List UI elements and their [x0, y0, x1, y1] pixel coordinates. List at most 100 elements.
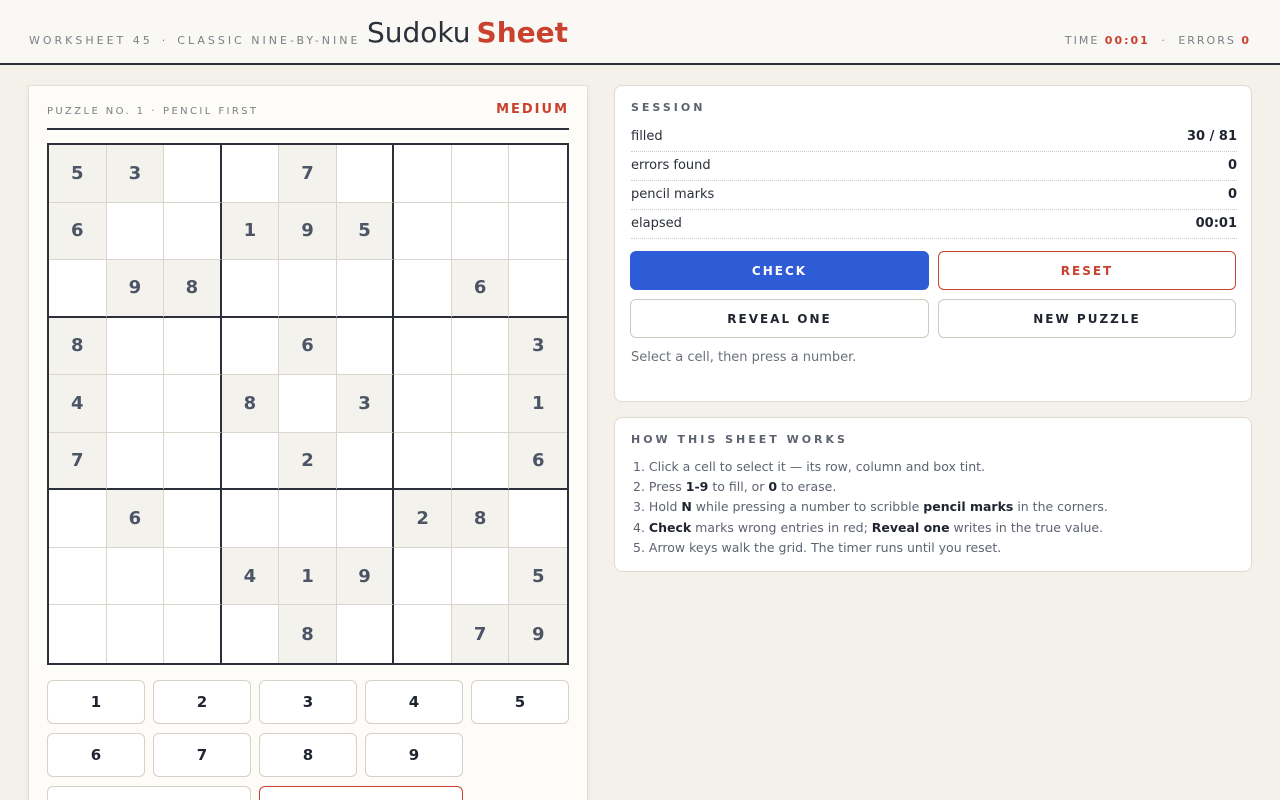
grid-cell[interactable]: 5: [509, 547, 567, 606]
reveal-one-button[interactable]: REVEAL ONE: [630, 299, 929, 338]
grid-cell[interactable]: [221, 317, 280, 376]
grid-cell[interactable]: [106, 432, 165, 491]
grid-cell[interactable]: 1: [509, 375, 567, 433]
keypad-key-6[interactable]: 6: [47, 733, 145, 777]
keypad-erase-button[interactable]: [259, 786, 463, 800]
grid-cell[interactable]: [164, 605, 222, 663]
grid-cell[interactable]: [164, 145, 222, 203]
grid-cell[interactable]: [222, 605, 280, 663]
grid-cell[interactable]: [451, 432, 510, 491]
grid-cell[interactable]: [336, 432, 395, 491]
grid-cell[interactable]: [394, 432, 452, 491]
grid-cell[interactable]: [451, 375, 510, 433]
grid-cell[interactable]: [451, 145, 510, 203]
grid-cell[interactable]: 8: [164, 260, 222, 318]
grid-cell[interactable]: 7: [49, 432, 107, 491]
grid-cell[interactable]: [49, 260, 107, 318]
grid-cell[interactable]: 6: [49, 202, 107, 261]
keypad-extra-button[interactable]: [47, 786, 251, 800]
keypad-key-5[interactable]: 5: [471, 680, 569, 724]
grid-cell[interactable]: 8: [49, 317, 107, 376]
grid-cell[interactable]: 3: [106, 145, 165, 203]
grid-cell[interactable]: [164, 202, 222, 261]
grid-cell[interactable]: 6: [451, 260, 510, 318]
grid-cell[interactable]: 9: [336, 547, 395, 606]
keypad-key-2[interactable]: 2: [153, 680, 251, 724]
grid-cell[interactable]: [509, 260, 567, 318]
grid-cell[interactable]: [164, 490, 222, 548]
check-button[interactable]: CHECK: [630, 251, 929, 290]
grid-cell[interactable]: 6: [279, 317, 337, 376]
grid-cell[interactable]: 1: [221, 202, 280, 261]
grid-cell[interactable]: 6: [106, 490, 165, 548]
keypad-key-8[interactable]: 8: [259, 733, 357, 777]
grid-cell[interactable]: [164, 317, 222, 376]
grid-cell[interactable]: 9: [509, 605, 567, 663]
keypad-key-9[interactable]: 9: [365, 733, 463, 777]
grid-cell[interactable]: 8: [451, 490, 510, 548]
grid-cell[interactable]: [337, 605, 395, 663]
grid-cell[interactable]: [106, 547, 165, 606]
grid-cell[interactable]: [106, 317, 165, 376]
keypad-key-3[interactable]: 3: [259, 680, 357, 724]
grid-cell[interactable]: 3: [336, 375, 395, 433]
grid-cell[interactable]: [394, 375, 452, 433]
grid-cell[interactable]: [509, 490, 567, 548]
grid-cell[interactable]: [49, 605, 107, 663]
grid-cell[interactable]: [106, 375, 165, 433]
grid-cell[interactable]: [336, 260, 395, 318]
sudoku-grid: 537619598686348317266284195879: [47, 143, 569, 665]
grid-cell[interactable]: 9: [279, 202, 337, 261]
grid-cell[interactable]: 8: [221, 375, 280, 433]
grid-cell[interactable]: 5: [336, 202, 395, 261]
grid-cell[interactable]: [509, 145, 567, 203]
grid-cell[interactable]: 9: [106, 260, 165, 318]
new-puzzle-button[interactable]: NEW PUZZLE: [938, 299, 1236, 338]
grid-cell[interactable]: [394, 547, 452, 606]
grid-cell[interactable]: [336, 490, 395, 548]
grid-cell[interactable]: 2: [394, 490, 452, 548]
grid-cell[interactable]: 1: [279, 547, 337, 606]
grid-cell[interactable]: [451, 202, 510, 261]
grid-cell[interactable]: 7: [451, 605, 510, 663]
keypad-key-1[interactable]: 1: [47, 680, 145, 724]
grid-cell[interactable]: [221, 145, 280, 203]
session-row-pencil: pencil marks 0: [631, 181, 1237, 210]
grid-cell[interactable]: [221, 490, 280, 548]
grid-cell[interactable]: [279, 260, 337, 318]
grid-cell[interactable]: [49, 547, 107, 606]
grid-cell[interactable]: [394, 317, 452, 376]
reset-button[interactable]: RESET: [938, 251, 1236, 290]
grid-cell[interactable]: 8: [279, 605, 337, 663]
grid-cell[interactable]: 2: [279, 432, 337, 491]
grid-cell[interactable]: [336, 317, 395, 376]
help-item-text: Arrow keys walk the grid. The timer runs…: [648, 539, 1002, 555]
grid-cell[interactable]: [279, 490, 337, 548]
grid-cell[interactable]: 4: [221, 547, 280, 606]
grid-cell[interactable]: [451, 317, 510, 376]
grid-cell[interactable]: [394, 605, 452, 663]
grid-cell[interactable]: [106, 202, 165, 261]
grid-cell[interactable]: [164, 375, 222, 433]
grid-cell[interactable]: [336, 145, 395, 203]
help-item-text: to fill, or: [708, 479, 769, 495]
grid-cell[interactable]: [394, 260, 452, 318]
keypad-key-4[interactable]: 4: [365, 680, 463, 724]
grid-cell[interactable]: 6: [509, 432, 567, 491]
grid-cell[interactable]: 5: [49, 145, 107, 203]
grid-cell[interactable]: 4: [49, 375, 107, 433]
grid-cell[interactable]: [107, 605, 165, 663]
grid-cell[interactable]: 7: [279, 145, 337, 203]
grid-cell[interactable]: [394, 145, 452, 203]
grid-cell[interactable]: [509, 203, 567, 261]
keypad-key-7[interactable]: 7: [153, 733, 251, 777]
grid-cell[interactable]: [221, 260, 280, 318]
grid-cell[interactable]: [451, 547, 510, 606]
grid-cell[interactable]: [394, 202, 452, 261]
grid-cell[interactable]: [221, 432, 280, 491]
grid-cell[interactable]: [164, 547, 222, 606]
grid-cell[interactable]: 3: [509, 317, 567, 376]
grid-cell[interactable]: [164, 432, 222, 491]
grid-cell[interactable]: [49, 490, 107, 548]
grid-cell[interactable]: [279, 375, 337, 433]
